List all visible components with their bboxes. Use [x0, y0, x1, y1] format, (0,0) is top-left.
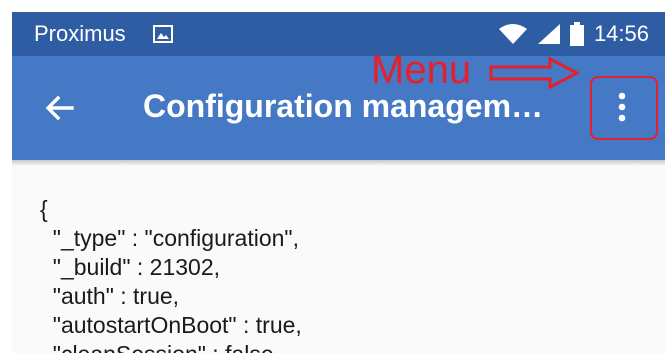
carrier-name: Proximus [34, 21, 126, 46]
arrow-left-icon[interactable] [44, 92, 76, 124]
overflow-menu-button[interactable] [590, 76, 658, 140]
status-bar: Proximus 14:56 [12, 12, 665, 56]
status-time: 14:56 [593, 21, 649, 46]
json-line: "autostartOnBoot" : true, [40, 312, 302, 338]
gallery-icon [153, 25, 173, 43]
json-line: "cleanSession" : false, [40, 340, 665, 353]
status-icons: 14:56 [498, 21, 649, 47]
json-line: { [40, 196, 48, 222]
wifi-icon [498, 24, 527, 44]
menu-annotation-label: Menu [371, 48, 472, 92]
json-line: "_build" : 21302, [40, 254, 221, 280]
json-line: "auth" : true, [40, 283, 180, 309]
page-title: Configuration managem… [143, 88, 544, 124]
signal-icon [537, 24, 560, 44]
json-line: "_type" : "configuration", [40, 225, 299, 251]
annotation-arrow-icon [489, 56, 580, 90]
battery-icon [569, 22, 584, 46]
configuration-json: { "_type" : "configuration", "_build" : … [40, 195, 665, 353]
app-bar-shadow [12, 160, 665, 166]
more-vert-icon[interactable] [615, 92, 629, 122]
